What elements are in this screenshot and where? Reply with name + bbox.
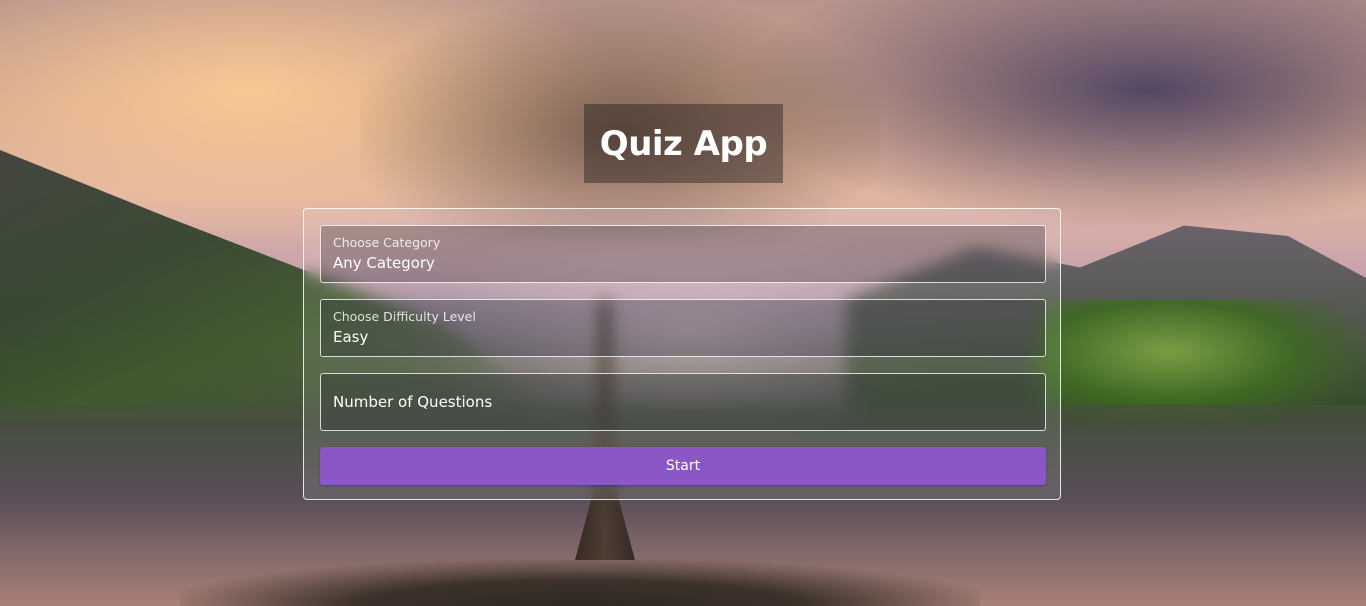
difficulty-value: Easy xyxy=(333,328,369,346)
background-trees xyxy=(1036,300,1366,430)
category-value: Any Category xyxy=(333,254,435,272)
page-title: Quiz App xyxy=(599,123,768,164)
number-of-questions-field xyxy=(320,373,1046,431)
number-of-questions-input[interactable] xyxy=(321,374,1045,430)
category-select[interactable]: Choose Category Any Category xyxy=(320,225,1046,283)
background-rocks xyxy=(180,560,980,606)
quiz-settings-panel: Choose Category Any Category Choose Diff… xyxy=(303,208,1061,500)
category-label: Choose Category xyxy=(333,235,441,250)
difficulty-select[interactable]: Choose Difficulty Level Easy xyxy=(320,299,1046,357)
title-box: Quiz App xyxy=(584,104,783,183)
difficulty-label: Choose Difficulty Level xyxy=(333,309,476,324)
start-button[interactable]: Start xyxy=(320,447,1046,485)
